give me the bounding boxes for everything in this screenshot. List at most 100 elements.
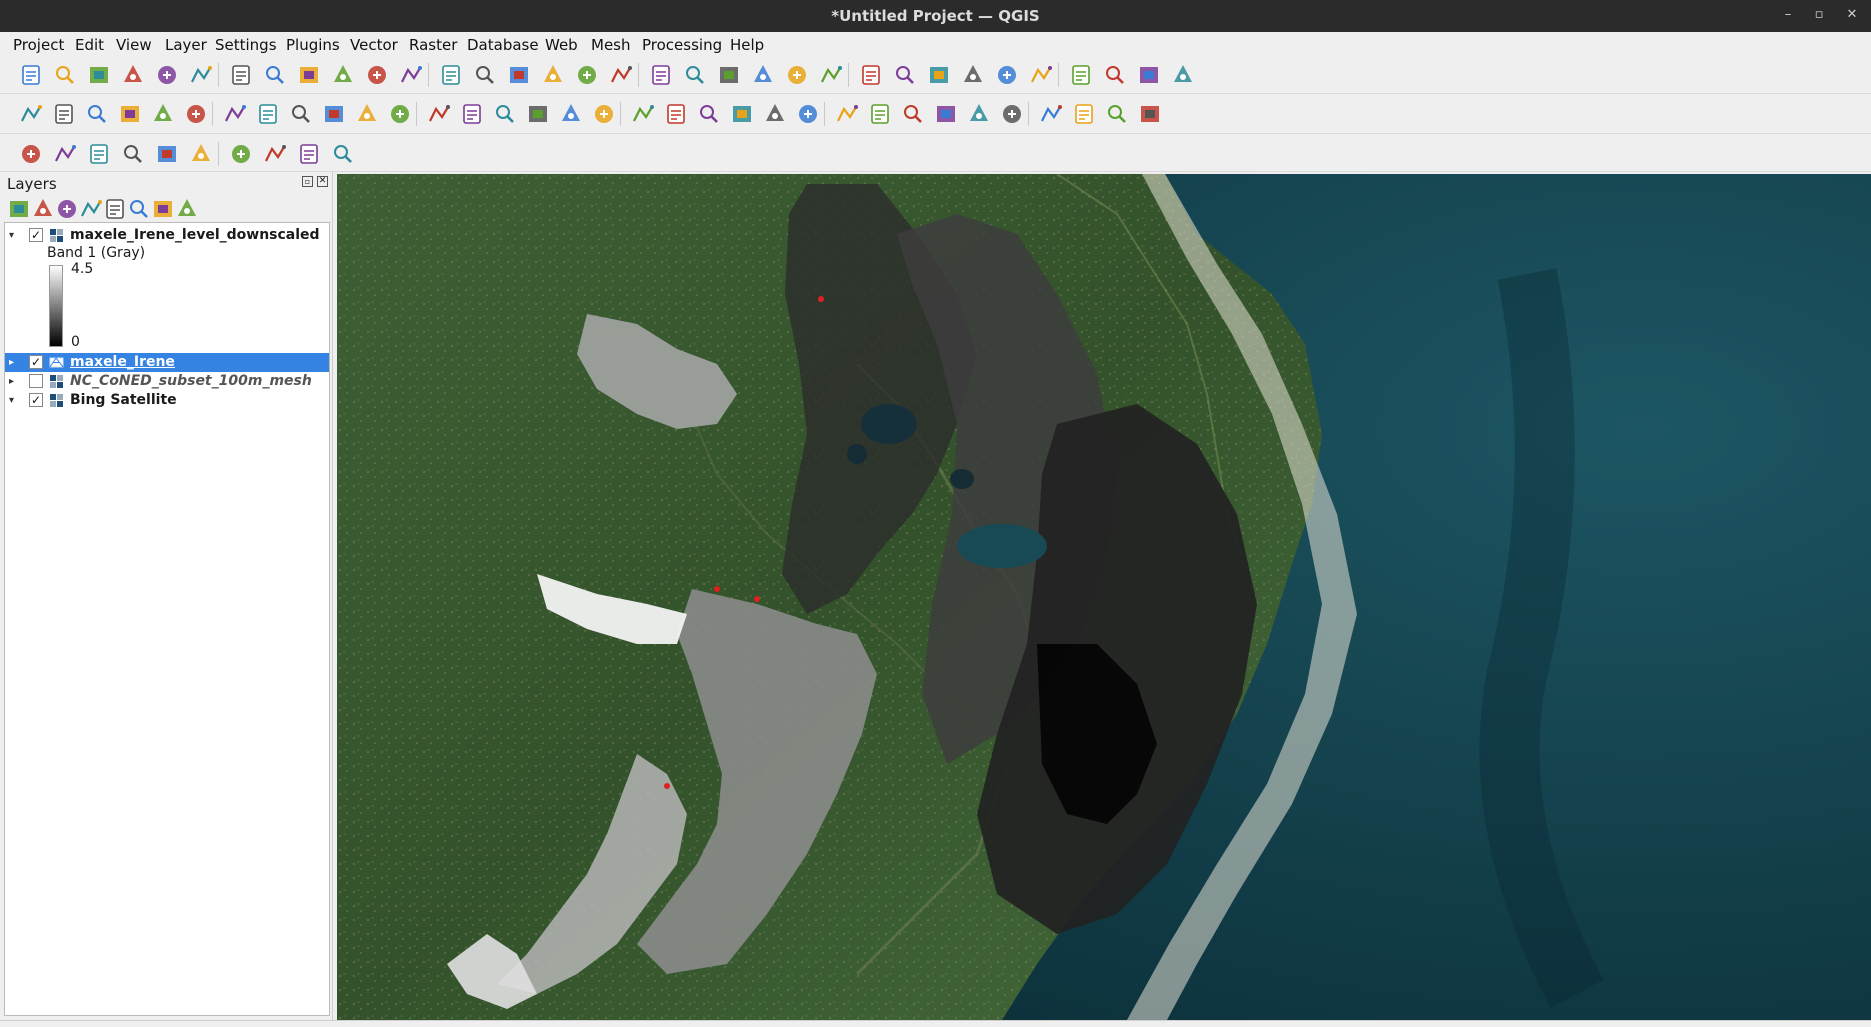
menu-web[interactable]: Web (545, 36, 578, 54)
layer-visibility-checkbox[interactable]: ✓ (29, 393, 43, 407)
map-tips-icon[interactable] (1136, 62, 1162, 88)
collapse-all-icon[interactable] (150, 196, 172, 217)
save-project-icon[interactable] (86, 62, 112, 88)
zoom-out-icon[interactable] (330, 62, 356, 88)
wfs-layer-icon[interactable] (1071, 101, 1097, 127)
show-bookmarks-icon[interactable] (682, 62, 708, 88)
minimize-icon[interactable]: – (1779, 6, 1797, 24)
move-label-icon[interactable] (834, 101, 860, 127)
zoom-full-icon[interactable] (364, 62, 390, 88)
zoom-last-icon[interactable] (506, 62, 532, 88)
new-3d-view-icon[interactable] (608, 62, 634, 88)
wms-layer-icon[interactable] (999, 101, 1025, 127)
info-icon[interactable] (296, 141, 322, 167)
open-field-calculator-icon[interactable] (1068, 62, 1094, 88)
zoom-in-icon[interactable] (296, 62, 322, 88)
menu-plugins[interactable]: Plugins (286, 36, 340, 54)
topology-checker-icon[interactable] (188, 141, 214, 167)
annotation-icon[interactable] (86, 141, 112, 167)
menu-processing[interactable]: Processing (642, 36, 722, 54)
style-manager-icon[interactable] (188, 62, 214, 88)
measure-icon[interactable] (1102, 62, 1128, 88)
copy-features-icon[interactable] (558, 101, 584, 127)
select-location-icon[interactable] (892, 62, 918, 88)
cut-features-icon[interactable] (525, 101, 551, 127)
layer-diagram-icon[interactable] (729, 101, 755, 127)
rotate-label-icon[interactable] (867, 101, 893, 127)
python-console-icon[interactable] (1104, 101, 1130, 127)
locator-icon[interactable] (1170, 62, 1196, 88)
open-project-icon[interactable] (52, 62, 78, 88)
new-temp-layer-icon[interactable] (183, 101, 209, 127)
menu-vector[interactable]: Vector (350, 36, 398, 54)
expand-icon[interactable]: ▾ (9, 395, 14, 406)
pin-labels-icon[interactable] (762, 101, 788, 127)
expand-icon[interactable]: ▾ (9, 230, 14, 241)
label-rules-icon[interactable] (966, 101, 992, 127)
menu-raster[interactable]: Raster (409, 36, 457, 54)
pan-to-selection-icon[interactable] (262, 62, 288, 88)
toggle-editing-icon[interactable] (255, 101, 281, 127)
layer-visibility-checkbox[interactable] (29, 374, 43, 388)
new-virtual-layer-icon[interactable] (150, 101, 176, 127)
coordinate-capture-icon[interactable] (120, 141, 146, 167)
new-map-view-icon[interactable] (574, 62, 600, 88)
expand-icon[interactable]: ▸ (9, 357, 14, 368)
undo-icon[interactable] (630, 101, 656, 127)
filter-legend-icon[interactable] (78, 196, 102, 217)
open-layer-styling-icon[interactable] (6, 196, 28, 217)
menu-project[interactable]: Project (13, 36, 64, 54)
pencil-icon[interactable] (288, 101, 314, 127)
db-manager-icon[interactable] (228, 141, 254, 167)
close-icon[interactable]: ✕ (1843, 6, 1861, 24)
delete-selected-icon[interactable] (492, 101, 518, 127)
layer-visibility-checkbox[interactable]: ✓ (29, 228, 43, 242)
filter-expression-icon[interactable] (102, 196, 124, 219)
close-panel-icon[interactable]: ✕ (317, 176, 328, 187)
georeferencer-icon[interactable] (18, 141, 44, 167)
menu-help[interactable]: Help (730, 36, 764, 54)
change-label-icon[interactable] (900, 101, 926, 127)
plugin-manager-icon[interactable] (330, 141, 356, 167)
pan-icon[interactable] (228, 62, 254, 88)
temporal-controller-icon[interactable] (716, 62, 742, 88)
zoom-to-selection-icon[interactable] (398, 62, 424, 88)
deselect-icon[interactable] (858, 62, 884, 88)
digitize-icon[interactable] (354, 101, 380, 127)
menu-database[interactable]: Database (467, 36, 539, 54)
processing-toolbox-icon[interactable] (994, 62, 1020, 88)
new-shapefile-icon[interactable] (84, 101, 110, 127)
zoom-native-icon[interactable] (472, 62, 498, 88)
manage-visibility-icon[interactable] (54, 196, 76, 218)
attribute-table-icon[interactable] (960, 62, 986, 88)
layer-row-downscaled[interactable]: ▾ ✓ maxele_Irene_level_downscaled (5, 226, 329, 245)
raster-calc-icon[interactable] (52, 141, 78, 167)
identify-icon[interactable] (926, 62, 952, 88)
select-features-icon[interactable] (784, 62, 810, 88)
add-polygon-icon[interactable] (387, 101, 413, 127)
menu-view[interactable]: View (116, 36, 152, 54)
zoom-to-layer-icon[interactable] (438, 62, 464, 88)
select-by-value-icon[interactable] (818, 62, 844, 88)
layer-row-coned-mesh[interactable]: ▸ NC_CoNED_subset_100m_mesh (5, 372, 329, 391)
expand-icon[interactable]: ▸ (9, 376, 14, 387)
geometry-checker-icon[interactable] (154, 141, 180, 167)
menu-mesh[interactable]: Mesh (591, 36, 631, 54)
paste-features-icon[interactable] (591, 101, 617, 127)
float-panel-icon[interactable]: ▫ (302, 176, 313, 187)
menu-settings[interactable]: Settings (215, 36, 277, 54)
help-icon[interactable] (1137, 101, 1163, 127)
vertex-tool-icon[interactable] (426, 101, 452, 127)
gps-icon[interactable] (262, 141, 288, 167)
label-tool-icon[interactable] (696, 101, 722, 127)
layer-row-maxele-irene[interactable]: ▸ ✓ maxele_Irene (5, 353, 329, 372)
refresh-icon[interactable] (750, 62, 776, 88)
zoom-next-icon[interactable] (540, 62, 566, 88)
expand-all-icon[interactable] (126, 196, 148, 218)
remove-layer-icon[interactable] (174, 196, 196, 216)
new-geopackage-icon[interactable] (51, 101, 77, 127)
save-edits-icon[interactable] (321, 101, 347, 127)
new-mesh-layer-icon[interactable] (222, 101, 248, 127)
layer-row-bing-satellite[interactable]: ▾ ✓ Bing Satellite (5, 391, 329, 410)
maximize-icon[interactable]: ▫ (1810, 6, 1828, 24)
